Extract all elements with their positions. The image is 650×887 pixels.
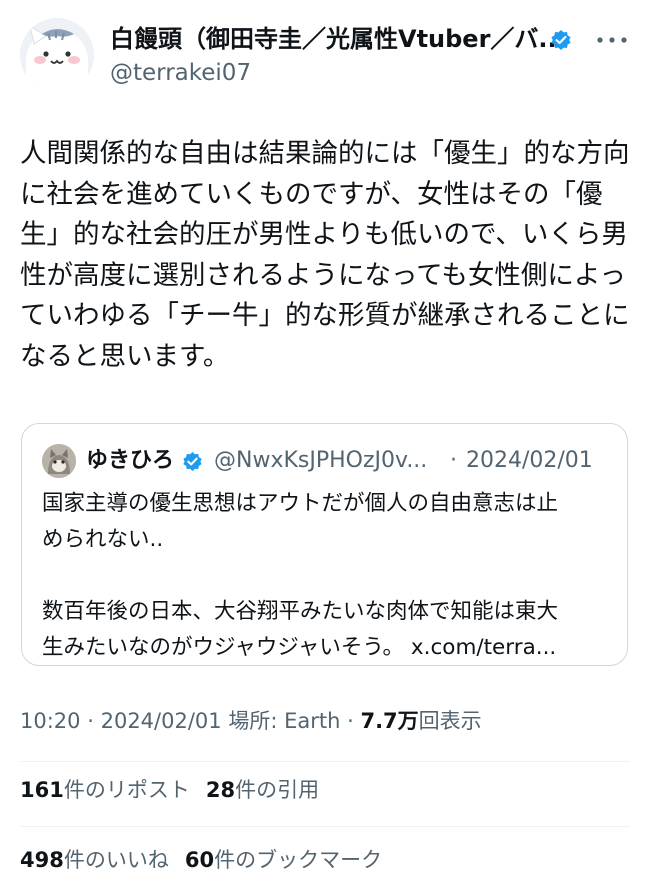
- separator-dot: ·: [450, 448, 457, 473]
- tweet-location: 場所: Earth: [228, 709, 341, 733]
- likes-stat[interactable]: 498件のいいね: [20, 848, 169, 872]
- divider: [20, 826, 630, 827]
- verified-badge-icon: [551, 30, 571, 50]
- tweet-time[interactable]: 10:20: [20, 709, 81, 733]
- repost-count: 161: [20, 778, 64, 802]
- like-bookmark-stats: 498件のいいね 60件のブックマーク: [20, 845, 382, 875]
- verified-badge-icon: [183, 451, 202, 472]
- tweet-author-header: 白饅頭（御田寺圭／光属性Vtuber／バ... @terrakei07: [0, 0, 650, 110]
- author-handle[interactable]: @terrakei07: [110, 58, 251, 88]
- repost-label: 件のリポスト: [63, 778, 190, 802]
- quoted-author-name[interactable]: ゆきひろ: [86, 446, 174, 476]
- view-count-label: 回表示: [418, 709, 482, 733]
- author-display-name[interactable]: 白饅頭（御田寺圭／光属性Vtuber／バ...: [110, 24, 566, 54]
- separator-dot: ·: [347, 709, 354, 733]
- separator-dot: ·: [87, 709, 94, 733]
- bookmarks-stat[interactable]: 60件のブックマーク: [185, 848, 382, 872]
- more-options-icon[interactable]: [592, 28, 632, 52]
- divider: [20, 761, 630, 762]
- quotes-stat[interactable]: 28件の引用: [206, 778, 319, 802]
- quoted-author-handle[interactable]: @NwxKsJPHOzJ0v...: [214, 446, 427, 476]
- tweet-meta: 10:20 · 2024/02/01 場所: Earth · 7.7万回表示: [20, 706, 482, 736]
- reposts-stat[interactable]: 161件のリポスト: [20, 778, 190, 802]
- quote-count: 28: [205, 778, 236, 802]
- like-count: 498: [20, 848, 64, 872]
- quoted-author-avatar[interactable]: [42, 444, 76, 478]
- quoted-tweet-text: 国家主導の優生思想はアウトだが個人の自由意志は止 められない.. 数百年後の日本…: [42, 486, 612, 666]
- tweet-text: 人間関係的な自由は結果論的には「優生」的な方向 に社会を進めていくものですが、女…: [20, 138, 630, 372]
- tweet-date[interactable]: 2024/02/01: [101, 709, 222, 733]
- view-count: 7.7万: [360, 709, 419, 733]
- quote-label: 件の引用: [235, 778, 320, 802]
- quoted-tweet-card[interactable]: ゆきひろ @NwxKsJPHOzJ0v... · 2024/02/01 国家主導…: [21, 423, 628, 666]
- bookmark-count: 60: [184, 848, 215, 872]
- like-label: 件のいいね: [63, 848, 169, 872]
- quoted-tweet-date[interactable]: 2024/02/01: [466, 446, 593, 476]
- quoted-tweet-link[interactable]: x.com/terra...: [411, 635, 556, 660]
- bookmark-label: 件のブックマーク: [214, 848, 383, 872]
- cat-avatar-icon[interactable]: [20, 18, 94, 92]
- repost-quote-stats: 161件のリポスト 28件の引用: [20, 775, 319, 805]
